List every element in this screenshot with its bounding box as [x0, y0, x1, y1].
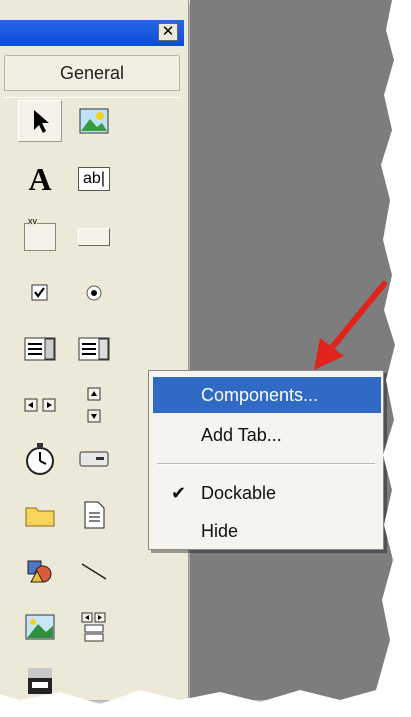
dirlistbox-icon — [25, 507, 55, 527]
check-icon: ✔ — [171, 483, 187, 503]
toolbox-titlebar[interactable]: ✕ — [0, 20, 184, 46]
hscrollbar-tool[interactable] — [18, 384, 62, 426]
optionbutton-tool[interactable] — [72, 272, 116, 314]
filelistbox-icon — [84, 501, 105, 529]
menu-item-add-tab-label: Add Tab... — [201, 425, 282, 445]
vscrollbar-tool[interactable] — [72, 384, 116, 426]
drivelistbox-tool[interactable] — [72, 438, 116, 480]
checkbox-icon — [31, 284, 48, 301]
textbox-tool[interactable]: ab| — [72, 158, 116, 200]
picturebox-icon — [79, 108, 109, 134]
menu-item-dockable-label: Dockable — [201, 483, 277, 503]
frame-icon: xv — [24, 216, 56, 251]
tab-separator — [4, 97, 180, 98]
annotation-arrow-icon — [314, 281, 387, 370]
vscrollbar-icon — [87, 387, 101, 423]
pointer-icon — [34, 110, 49, 133]
image-tool[interactable] — [18, 606, 62, 648]
menu-item-hide-label: Hide — [201, 521, 239, 541]
shape-tool[interactable] — [18, 550, 62, 592]
tab-general[interactable]: General — [4, 55, 180, 91]
commandbutton-icon — [78, 228, 110, 246]
combobox-icon — [24, 337, 56, 361]
drivelistbox-icon — [79, 451, 109, 467]
menu-item-add-tab[interactable]: Add Tab... — [153, 417, 381, 453]
label-tool[interactable]: A — [18, 158, 62, 200]
label-icon: A — [28, 160, 52, 197]
close-button[interactable]: ✕ — [158, 23, 178, 41]
checkbox-tool[interactable] — [18, 272, 62, 314]
hscrollbar-icon — [24, 398, 56, 412]
menu-item-dockable[interactable]: ✔ Dockable — [153, 475, 381, 511]
ole-icon — [28, 668, 52, 694]
timer-tool[interactable] — [18, 438, 62, 480]
optionbutton-icon — [86, 285, 102, 301]
frame-icon-text: xv — [28, 216, 37, 226]
textbox-icon-text: ab| — [83, 170, 105, 187]
menu-item-components[interactable]: Components... — [153, 377, 381, 413]
timer-icon — [26, 443, 54, 475]
screenshot-area: ✕ General A ab| xv Components... Add Tab… — [0, 0, 395, 700]
image-icon — [25, 614, 55, 640]
pointer-tool[interactable] — [18, 100, 62, 142]
toolbox-context-menu: Components... Add Tab... ✔ Dockable Hide — [148, 370, 384, 550]
line-icon — [81, 563, 107, 580]
toolbox-window: ✕ General A ab| xv — [0, 0, 189, 700]
listbox-icon — [78, 337, 110, 361]
menu-separator — [157, 463, 375, 465]
commandbutton-tool[interactable] — [72, 216, 116, 258]
listbox-tool[interactable] — [72, 328, 116, 370]
data-tool[interactable] — [72, 606, 116, 648]
filelistbox-tool[interactable] — [72, 494, 116, 536]
shape-icon — [27, 560, 52, 583]
frame-tool[interactable]: xv — [18, 216, 62, 258]
ole-tool[interactable] — [18, 660, 62, 702]
picturebox-tool[interactable] — [72, 100, 116, 142]
data-icon — [81, 612, 106, 642]
menu-item-components-label: Components... — [201, 385, 319, 405]
dirlistbox-tool[interactable] — [18, 494, 62, 536]
combobox-tool[interactable] — [18, 328, 62, 370]
textbox-icon: ab| — [78, 167, 110, 191]
menu-item-hide[interactable]: Hide — [153, 513, 381, 549]
line-tool[interactable] — [72, 550, 116, 592]
close-icon: ✕ — [161, 23, 175, 40]
